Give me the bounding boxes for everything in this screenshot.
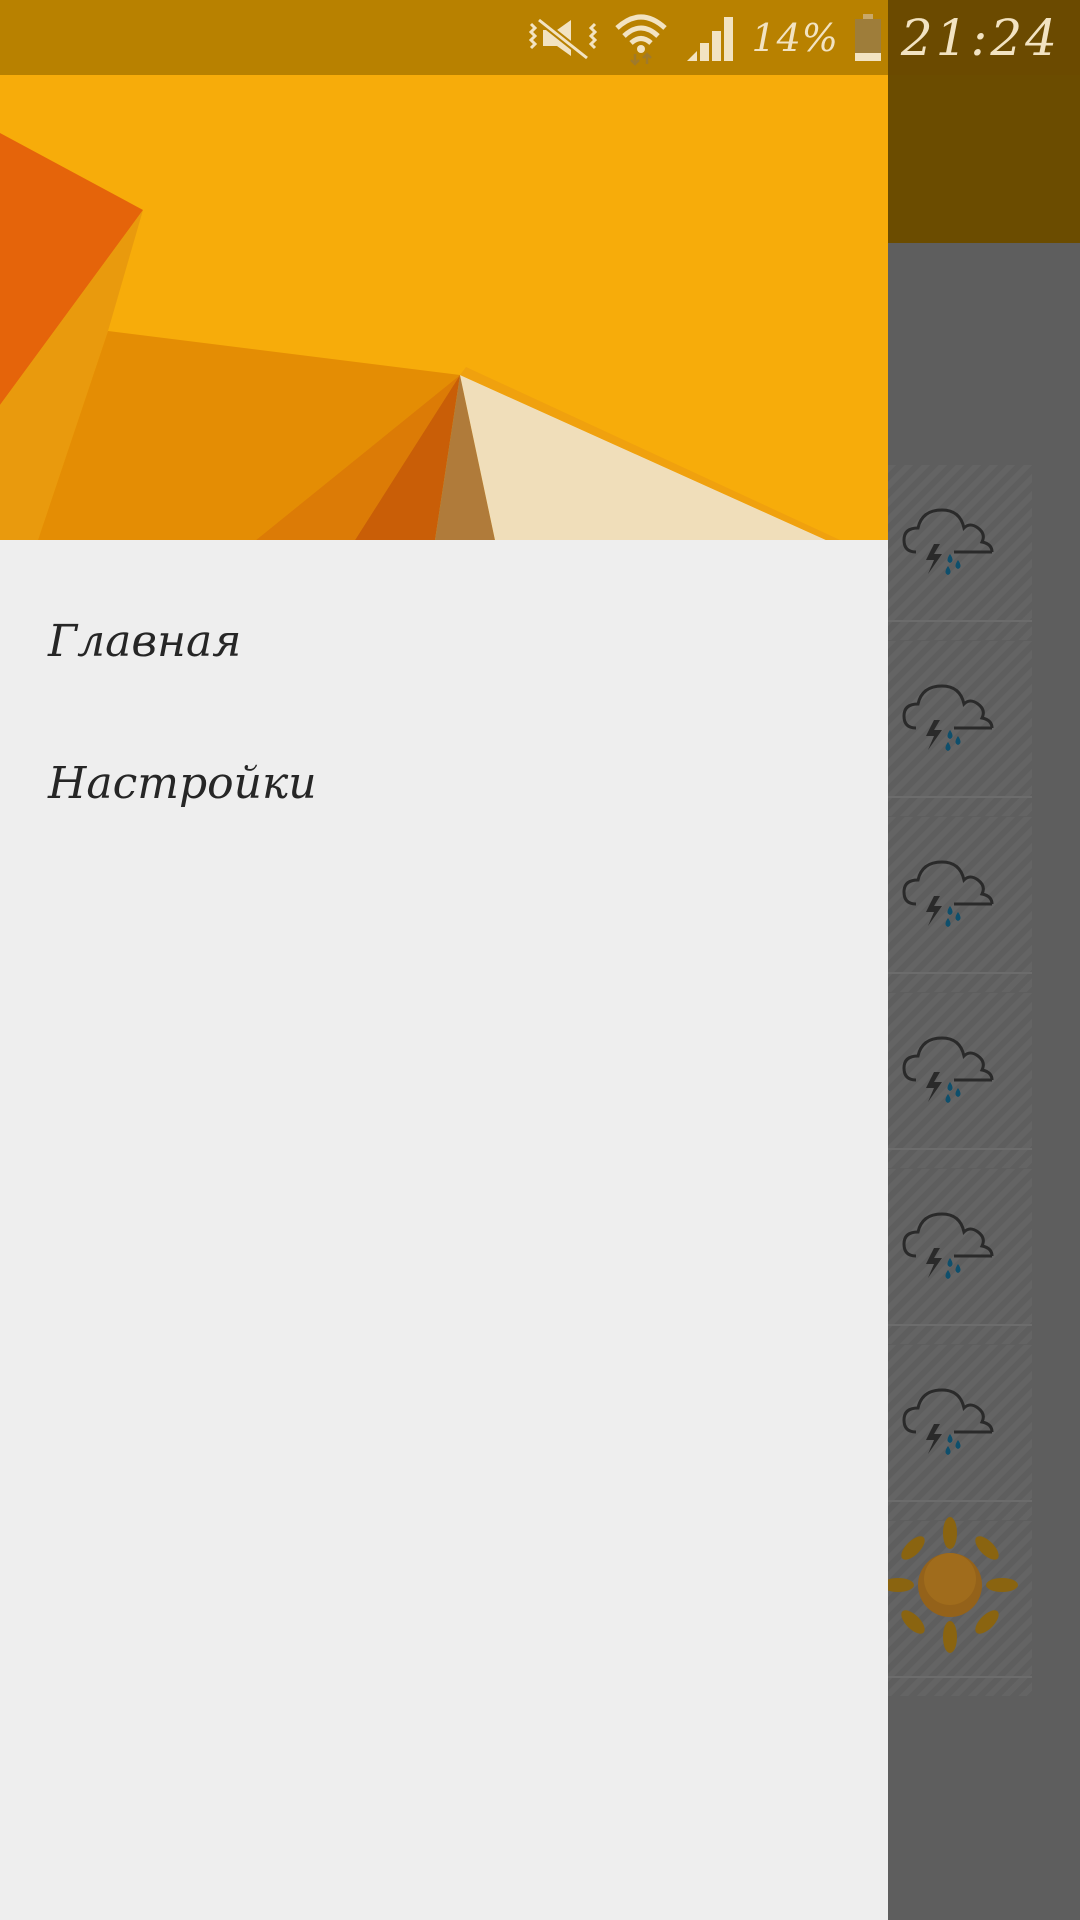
row-divider <box>888 796 1032 798</box>
vibrate-muted-icon <box>529 16 598 61</box>
sun-icon <box>882 1517 1018 1653</box>
row-divider <box>888 1148 1032 1150</box>
status-bar: 14% 21:24 <box>0 0 1080 75</box>
menu-item-home[interactable]: Главная <box>0 571 888 711</box>
signal-icon <box>687 16 734 61</box>
menu-item-settings[interactable]: Настройки <box>0 713 888 853</box>
thunderstorm-rain-icon <box>902 1036 994 1103</box>
thunderstorm-rain-icon <box>902 1212 994 1279</box>
battery-icon <box>854 13 881 61</box>
battery-percent: 14% <box>751 15 839 60</box>
thunderstorm-rain-icon <box>902 860 994 927</box>
row-divider <box>888 620 1032 622</box>
menu-item-label: Настройки <box>48 757 317 809</box>
thunderstorm-rain-icon <box>902 684 994 751</box>
thunderstorm-rain-icon <box>902 1388 994 1455</box>
orange-geometric-wallpaper <box>0 75 888 540</box>
navigation-drawer: Главная Настройки <box>0 0 888 1920</box>
thunderstorm-rain-icon <box>902 508 994 575</box>
row-divider <box>888 972 1032 974</box>
clock: 21:24 <box>900 8 1060 67</box>
drawer-header-image <box>0 75 888 540</box>
row-divider <box>888 1676 1032 1678</box>
row-divider <box>888 1324 1032 1326</box>
screen: Главная Настройки 14% 21:24 <box>0 0 1080 1920</box>
row-divider <box>888 1500 1032 1502</box>
menu-item-label: Главная <box>48 615 242 667</box>
wifi-icon <box>615 14 668 66</box>
status-icons: 14% 21:24 <box>527 0 1060 75</box>
